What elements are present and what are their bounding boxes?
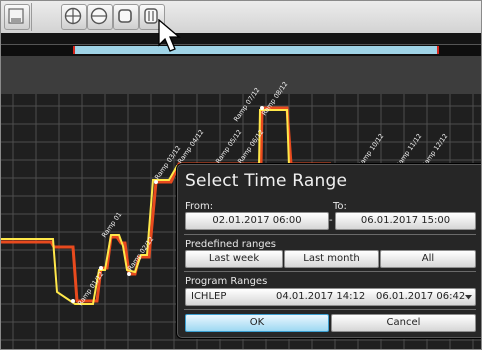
program-start: 04.01.2017 14:12 <box>276 291 366 302</box>
timeline-overview[interactable] <box>1 44 481 56</box>
select-time-range-dialog: Select Time Range From: To: 02.01.2017 0… <box>177 164 481 338</box>
to-date-field[interactable]: 06.01.2017 15:00 <box>335 212 476 230</box>
from-date-field[interactable]: 02.01.2017 06:00 <box>185 212 329 230</box>
from-label: From: <box>185 201 214 212</box>
last-week-button[interactable]: Last week <box>185 250 283 268</box>
predefined-ranges-label: Predefined ranges <box>185 239 277 250</box>
ok-button[interactable]: OK <box>185 314 329 332</box>
program-range-select[interactable]: ICHLEP 04.01.2017 14:12 06.01.2017 06:42 <box>185 288 476 306</box>
dialog-title: Select Time Range <box>185 171 348 191</box>
timeline-range-selection[interactable] <box>73 46 439 54</box>
divider <box>184 234 476 235</box>
to-label: To: <box>333 201 347 212</box>
program-name: ICHLEP <box>191 291 227 302</box>
chart-window: Ramp 01 Ramp 01/12 Ramp 02/12 Ramp 03/12… <box>0 0 482 350</box>
divider <box>184 309 476 310</box>
toolbar-separator <box>31 3 32 31</box>
program-ranges-label: Program Ranges <box>185 276 268 287</box>
fit-icon <box>118 9 132 23</box>
divider <box>184 271 476 272</box>
last-month-button[interactable]: Last month <box>284 250 379 268</box>
fit-view-button[interactable] <box>113 4 139 30</box>
cancel-button[interactable]: Cancel <box>331 314 476 332</box>
program-end: 06.01.2017 06:42 <box>376 291 466 302</box>
ramp-point <box>99 266 103 270</box>
toolbar <box>1 1 481 33</box>
mouse-pointer-icon <box>158 19 181 52</box>
panel-icon <box>8 8 24 24</box>
all-button[interactable]: All <box>380 250 476 268</box>
panel-toggle-button[interactable] <box>4 4 30 30</box>
header-band <box>1 33 481 44</box>
chevron-down-icon <box>465 295 472 300</box>
range-dash: - <box>329 215 333 226</box>
ramp-point <box>127 272 131 276</box>
zoom-in-icon <box>64 7 82 25</box>
ramp-point <box>71 299 75 303</box>
zoom-in-button[interactable] <box>61 4 87 30</box>
zoom-out-icon <box>90 7 108 25</box>
zoom-out-button[interactable] <box>87 4 113 30</box>
chart-header-strip <box>1 56 481 94</box>
